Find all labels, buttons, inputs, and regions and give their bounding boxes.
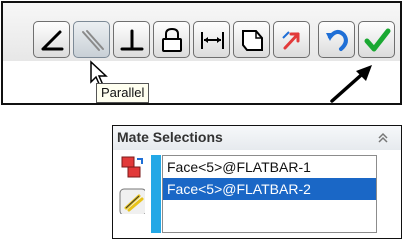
coincident-icon: [242, 30, 263, 51]
panel-title: Mate Selections: [117, 129, 223, 145]
collapse-chevron-icon[interactable]: [375, 130, 391, 146]
mate-toolbar: Parallel: [1, 1, 402, 105]
parallel-mate-button[interactable]: [73, 21, 110, 58]
mate-toolbar-row: [3, 3, 400, 61]
undo-button[interactable]: [318, 21, 355, 58]
perpendicular-mate-button[interactable]: [113, 21, 150, 58]
parallel-tooltip: Parallel: [96, 83, 150, 103]
lock-mate-button[interactable]: [153, 21, 190, 58]
perpendicular-icon: [120, 29, 144, 51]
distance-icon: [201, 32, 224, 49]
coincident-mate-button[interactable]: [233, 21, 270, 58]
list-item[interactable]: Face<5>@FLATBAR-2: [163, 178, 376, 200]
list-item[interactable]: Face<5>@FLATBAR-1: [163, 156, 376, 178]
mate-selections-panel: Mate Selections Face<5>@FLATBAR-1 Face<5…: [112, 125, 402, 239]
mate-selection-icon: [121, 156, 143, 178]
flip-alignment-button[interactable]: [273, 21, 310, 58]
mate-selections-list[interactable]: Face<5>@FLATBAR-1 Face<5>@FLATBAR-2: [162, 155, 377, 233]
undo-icon: [326, 30, 348, 51]
angle-icon: [41, 30, 64, 51]
ok-button[interactable]: [358, 21, 395, 58]
distance-mate-button[interactable]: [193, 21, 230, 58]
pointer-arrow-annotation: [330, 65, 372, 103]
checkmark-icon: [364, 28, 391, 52]
flip-alignment-icon: [282, 31, 300, 50]
selection-focus-strip: [151, 155, 161, 233]
mate-selections-header[interactable]: Mate Selections: [113, 126, 401, 150]
angle-mate-button[interactable]: [33, 21, 70, 58]
smart-mate-icon[interactable]: [119, 188, 145, 214]
parallel-icon: [82, 30, 104, 51]
lock-icon: [162, 27, 182, 52]
